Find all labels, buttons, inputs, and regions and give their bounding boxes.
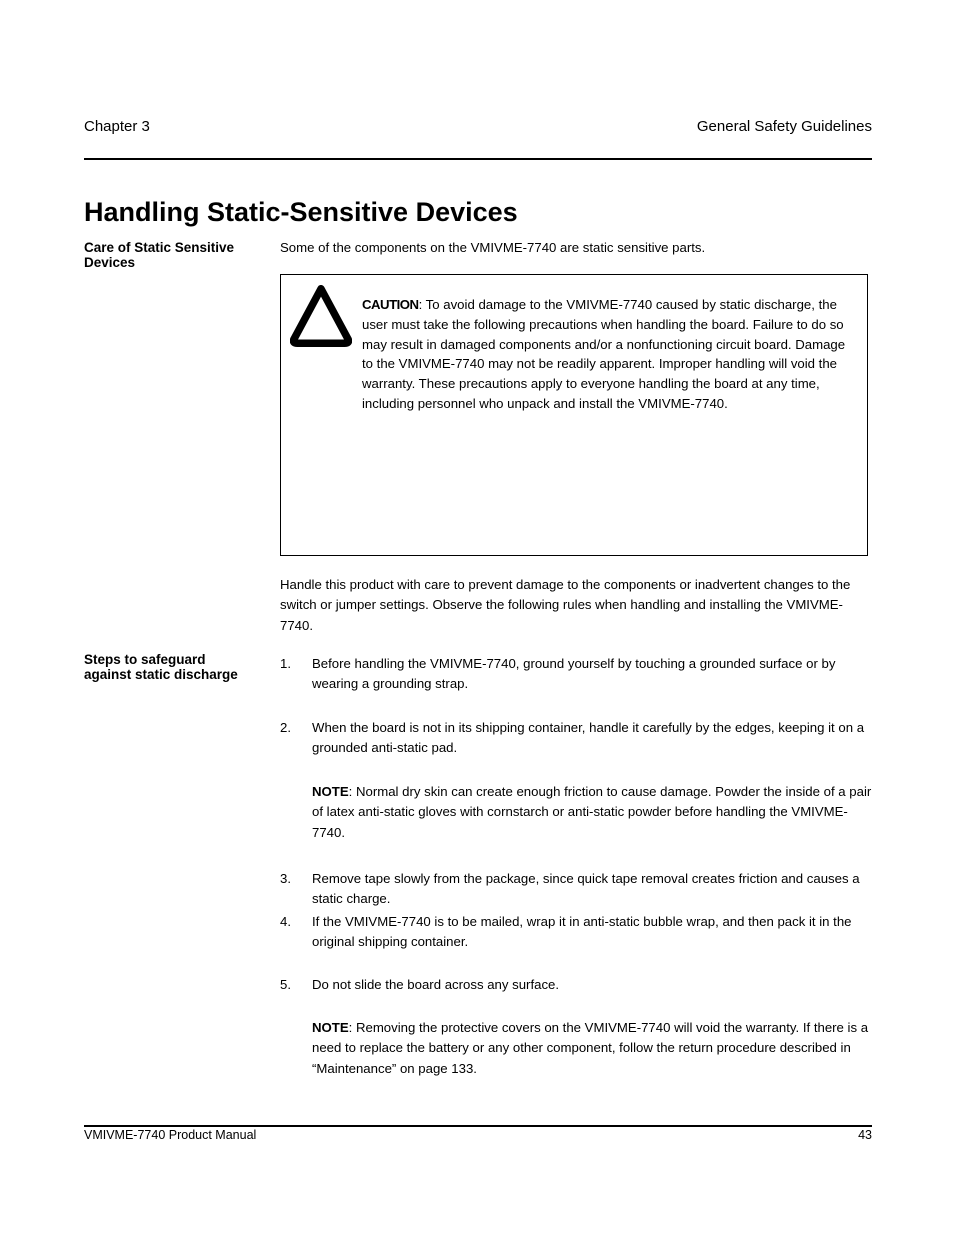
caution-label: CAUTION	[362, 297, 419, 312]
step-3: 3. Remove tape slowly from the package, …	[280, 869, 876, 910]
step-number: 3.	[280, 869, 310, 889]
step-text: Remove tape slowly from the package, sin…	[312, 869, 876, 910]
step-text: Do not slide the board across any surfac…	[312, 975, 876, 995]
step-4: 4. If the VMIVME-7740 is to be mailed, w…	[280, 912, 876, 953]
subhead-care: Care of Static Sensitive Devices	[84, 240, 254, 270]
note-body: : Normal dry skin can create enough fric…	[312, 784, 871, 840]
steps-heading: Steps to safeguard against static discha…	[84, 652, 254, 682]
section-title: Handling Static-Sensitive Devices	[84, 197, 518, 228]
caution-triangle-icon	[290, 285, 352, 347]
note-label: NOTE	[312, 784, 349, 799]
footer-right: 43	[858, 1128, 872, 1142]
note-label: NOTE	[312, 1020, 349, 1035]
step-number: 4.	[280, 912, 310, 932]
page-footer: VMIVME-7740 Product Manual 43	[84, 1128, 872, 1142]
step-text: If the VMIVME-7740 is to be mailed, wrap…	[312, 912, 876, 953]
note-1: NOTE: Normal dry skin can create enough …	[312, 782, 872, 843]
step-number: 2.	[280, 718, 310, 738]
page-header: Chapter 3 General Safety Guidelines	[84, 118, 872, 142]
step-text: Before handling the VMIVME-7740, ground …	[312, 654, 876, 695]
step-5: 5. Do not slide the board across any sur…	[280, 975, 876, 995]
footer-left: VMIVME-7740 Product Manual	[84, 1128, 256, 1142]
header-left: Chapter 3	[84, 118, 150, 136]
handling-paragraph: Handle this product with care to prevent…	[280, 575, 870, 636]
step-number: 1.	[280, 654, 310, 674]
caution-body: : To avoid damage to the VMIVME-7740 cau…	[362, 297, 845, 411]
step-number: 5.	[280, 975, 310, 995]
header-right: General Safety Guidelines	[697, 118, 872, 136]
note-body: : Removing the protective covers on the …	[312, 1020, 868, 1076]
step-text: When the board is not in its shipping co…	[312, 718, 876, 759]
step-1: 1. Before handling the VMIVME-7740, grou…	[280, 654, 876, 695]
page: Chapter 3 General Safety Guidelines Hand…	[0, 0, 954, 1235]
header-rule	[84, 158, 872, 160]
note-2: NOTE: Removing the protective covers on …	[312, 1018, 872, 1079]
footer-rule	[84, 1125, 872, 1127]
caution-text: CAUTION: To avoid damage to the VMIVME-7…	[362, 295, 854, 414]
step-2: 2. When the board is not in its shipping…	[280, 718, 876, 759]
intro-paragraph: Some of the components on the VMIVME-774…	[280, 238, 870, 258]
